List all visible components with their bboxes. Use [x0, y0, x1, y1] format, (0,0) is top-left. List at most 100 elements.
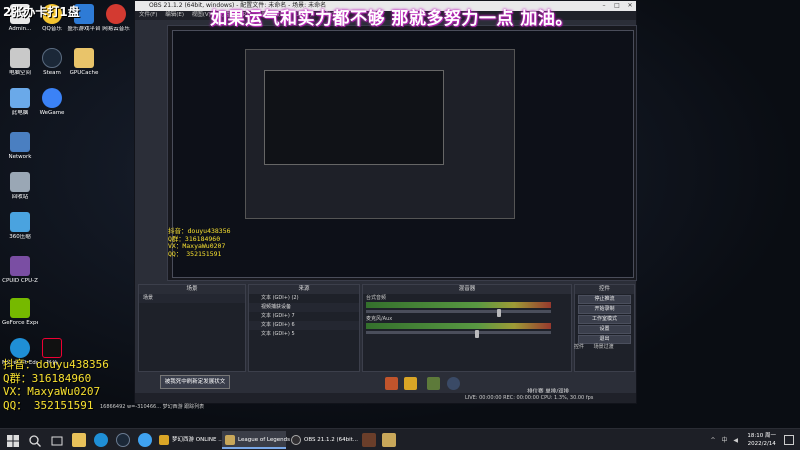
- volume-slider-mic[interactable]: [366, 330, 551, 338]
- obs-preview[interactable]: [167, 25, 637, 281]
- search-icon[interactable]: [28, 433, 42, 447]
- clock-time: 18:10 周一: [747, 433, 776, 439]
- desktop-icon-steam[interactable]: Steam: [34, 48, 70, 88]
- top-left-caption: 2张办卡打1盘: [3, 5, 80, 19]
- obs-window[interactable]: OBS 21.1.2 (64bit, windows) - 配置文件: 未命名 …: [134, 0, 637, 404]
- scene-item[interactable]: 场景: [139, 294, 245, 303]
- bottom-info-strip: 16866492 w=-310466... 梦幻西游 跟踪列表: [100, 404, 205, 410]
- steam-icon: [42, 48, 62, 68]
- volume-meter-mic: [366, 323, 551, 329]
- obs-icon: [291, 435, 301, 445]
- netease-music-icon: [106, 4, 126, 24]
- sources-list: 文本 (GDI+) (2) 视频捕获设备 文本 (GDI+) 7 文本 (GDI…: [249, 294, 359, 339]
- clock[interactable]: 18:10 周一 2022/2/14: [747, 432, 776, 448]
- obs-status-bar: LIVE: 00:00:00 REC: 00:00:00 CPU: 1.3%, …: [135, 393, 636, 403]
- volume-meter-desktop: [366, 302, 551, 308]
- sources-panel: 来源 文本 (GDI+) (2) 视频捕获设备 文本 (GDI+) 7 文本 (…: [248, 284, 360, 372]
- desktop-icon-cpuz[interactable]: CPUID CPU-Z: [2, 256, 38, 296]
- source-item[interactable]: 文本 (GDI+) 6: [249, 321, 359, 330]
- track-name-mic: 麦克风/Aux: [366, 316, 393, 322]
- edge-icon[interactable]: [94, 433, 108, 447]
- qq-icon[interactable]: [138, 433, 152, 447]
- game-skill-icon[interactable]: [447, 377, 460, 390]
- maximize-icon[interactable]: □: [611, 1, 623, 11]
- wegame-icon: [42, 88, 62, 108]
- contact-overlay: 抖音：douyu438356 Q群：316184960 VX：MaxyaWu02…: [3, 358, 109, 412]
- source-item[interactable]: 文本 (GDI+) 7: [249, 312, 359, 321]
- task-view-icon[interactable]: [50, 433, 64, 447]
- nested-preview-level-3: [264, 70, 444, 165]
- game-skill-icon[interactable]: [385, 377, 398, 390]
- source-item[interactable]: 文本 (GDI+) (2): [249, 294, 359, 303]
- volume-knob[interactable]: [497, 309, 502, 317]
- track-name-desktop: 台式音频: [366, 295, 387, 301]
- contact-line-qq: QQ： 352151591: [3, 398, 94, 412]
- tab-transitions[interactable]: 场景过渡: [594, 344, 614, 350]
- source-item[interactable]: 视频捕获设备: [249, 303, 359, 312]
- desktop-icon-pc-space[interactable]: 电脑空间: [2, 48, 38, 88]
- desktop-icon-netease-music[interactable]: 网易云音乐: [98, 4, 134, 44]
- studio-mode-button[interactable]: 工作室模式: [578, 315, 631, 324]
- desktop-icon-network[interactable]: Network: [2, 132, 38, 172]
- cpuz-icon: [10, 256, 30, 276]
- file-explorer-icon[interactable]: [72, 433, 86, 447]
- computer-icon: [10, 88, 30, 108]
- game-client-icon[interactable]: [362, 433, 376, 447]
- sources-panel-header: 来源: [249, 285, 359, 294]
- douyin-icon: [42, 338, 62, 358]
- settings-button[interactable]: 设置: [578, 325, 631, 334]
- contact-line-vx: VX：MaxyaWu0207: [3, 385, 101, 398]
- minimize-icon[interactable]: –: [598, 1, 610, 11]
- menu-file[interactable]: 文件(F): [139, 12, 157, 18]
- contact-line-douyin: 抖音：douyu438356: [3, 358, 109, 371]
- menu-view[interactable]: 视图(V): [192, 12, 211, 18]
- taskbar-app-label: OBS 21.1.2 (64bit...: [304, 437, 359, 443]
- mixer-panel: 混音器 台式音频 麦克风/Aux: [362, 284, 572, 372]
- scenes-panel-header: 场景: [139, 285, 245, 294]
- clock-date: 2022/2/14: [747, 441, 776, 447]
- controls-panel: 控件 停止推流 开始录制 工作室模式 设置 退出: [574, 284, 635, 372]
- league-icon: [225, 435, 235, 445]
- mixer-panel-header: 混音器: [363, 285, 571, 294]
- tab-controls[interactable]: 控件: [574, 344, 584, 350]
- taskbar: 梦幻西游 ONLINE ... League of Legends OBS 21…: [0, 428, 800, 450]
- system-tray[interactable]: ^ 中 ◀: [711, 435, 740, 444]
- desktop-icon-gpucache[interactable]: GPUCache: [66, 48, 102, 88]
- taskbar-app-label: 梦幻西游 ONLINE ...: [172, 437, 224, 443]
- desktop-icon-360zip[interactable]: 360压缩: [2, 212, 38, 252]
- volume-slider-desktop[interactable]: [366, 309, 551, 317]
- menu-edit[interactable]: 编辑(E): [165, 12, 184, 18]
- taskbar-app-obs[interactable]: OBS 21.1.2 (64bit...: [288, 431, 358, 449]
- mhxy-icon: [159, 435, 169, 445]
- scenes-panel: 场景 场景: [138, 284, 246, 372]
- motivational-banner: 如果运气和实力都不够 那就多努力一点 加油。: [210, 9, 573, 29]
- network-icon: [10, 132, 30, 152]
- volume-knob[interactable]: [475, 330, 479, 338]
- source-item[interactable]: 文本 (GDI+) 5: [249, 330, 359, 339]
- folder-icon: [10, 48, 30, 68]
- windows-start-icon[interactable]: [6, 433, 20, 447]
- desktop-icon-recycle-bin[interactable]: 回收站: [2, 172, 38, 212]
- chat-input-toolbar[interactable]: 被我死中刷新定发展状文: [160, 375, 230, 389]
- game-skill-icon[interactable]: [404, 377, 417, 390]
- stop-streaming-button[interactable]: 停止推流: [578, 295, 631, 304]
- game-skill-icon[interactable]: [427, 377, 440, 390]
- desktop-icon-wegame[interactable]: WeGame: [34, 88, 70, 128]
- controls-panel-header: 控件: [575, 285, 634, 294]
- taskbar-app-lol[interactable]: League of Legends: [222, 431, 290, 449]
- steam-icon[interactable]: [116, 433, 130, 447]
- taskbar-app-mhxy[interactable]: 梦幻西游 ONLINE ...: [156, 431, 224, 449]
- desktop-icon-geforce[interactable]: GeForce Experience: [2, 298, 38, 338]
- game-client-icon[interactable]: [382, 433, 396, 447]
- controls-tab-row: 控件 场景过渡: [574, 343, 614, 350]
- start-recording-button[interactable]: 开始录制: [578, 305, 631, 314]
- desktop-icon-this-pc[interactable]: 此电脑: [2, 88, 38, 128]
- close-icon[interactable]: ✕: [624, 1, 636, 11]
- archive-icon: [10, 212, 30, 232]
- edge-icon: [10, 338, 30, 358]
- recycle-bin-icon: [10, 172, 30, 192]
- nested-contact-overlay: 抖音：douyu438356 Q群：316184960 VX：MaxyaWu02…: [168, 227, 231, 258]
- notification-icon[interactable]: [784, 435, 794, 445]
- contact-line-qgroup: Q群：316184960: [3, 371, 92, 385]
- taskbar-app-label: League of Legends: [238, 437, 290, 443]
